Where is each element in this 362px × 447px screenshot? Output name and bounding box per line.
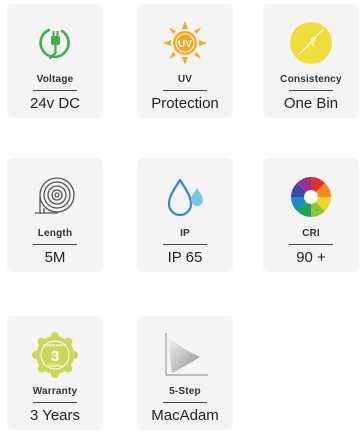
length-card: Length 5M: [7, 158, 103, 272]
divider: [289, 244, 333, 245]
uv-badge-text: UV: [178, 39, 192, 50]
macadam-card: 5-Step MacAdam: [137, 316, 233, 430]
uv-sun-icon: UV: [137, 16, 233, 70]
consistency-icon: [263, 16, 359, 70]
warranty-badge-icon: WARRANTY 3 YEARS: [7, 328, 103, 382]
consistency-card: Consistency One Bin: [263, 4, 359, 118]
uv-card: UV UV Protection: [137, 4, 233, 118]
divider: [163, 402, 207, 403]
color-wheel-icon: [263, 170, 359, 224]
divider: [33, 244, 77, 245]
reel-icon: [7, 170, 103, 224]
power-plug-icon: [7, 16, 103, 70]
voltage-card: Voltage 24v DC: [7, 4, 103, 118]
divider: [33, 402, 77, 403]
spec-label: Voltage: [36, 74, 74, 85]
spec-value: One Bin: [283, 95, 339, 112]
divider: [289, 90, 333, 91]
divider: [163, 90, 207, 91]
divider: [163, 244, 207, 245]
spec-value: 3 Years: [29, 407, 81, 424]
spec-value: 24v DC: [29, 95, 81, 112]
spec-label: UV: [177, 74, 193, 85]
spec-value: IP 65: [167, 249, 203, 266]
spec-value: MacAdam: [151, 407, 219, 424]
warranty-card: WARRANTY 3 YEARS Warranty 3 Years: [7, 316, 103, 430]
spec-label: Consistency: [280, 74, 342, 85]
spec-value: Protection: [151, 95, 219, 112]
warranty-badge-bottom: YEARS: [48, 363, 62, 368]
spec-label: CRI: [302, 228, 320, 239]
water-drops-icon: [137, 170, 233, 224]
warranty-badge-top: WARRANTY: [43, 343, 66, 348]
spec-label: Length: [37, 228, 73, 239]
spec-value: 90 +: [296, 249, 326, 266]
spec-label: 5-Step: [169, 386, 201, 397]
cri-card: CRI 90 +: [263, 158, 359, 272]
spec-value: 5M: [44, 249, 66, 266]
divider: [33, 90, 77, 91]
spec-label: Warranty: [32, 386, 78, 397]
ip-card: IP IP 65: [137, 158, 233, 272]
spec-label: IP: [180, 228, 190, 239]
macadam-chart-icon: [137, 328, 233, 382]
